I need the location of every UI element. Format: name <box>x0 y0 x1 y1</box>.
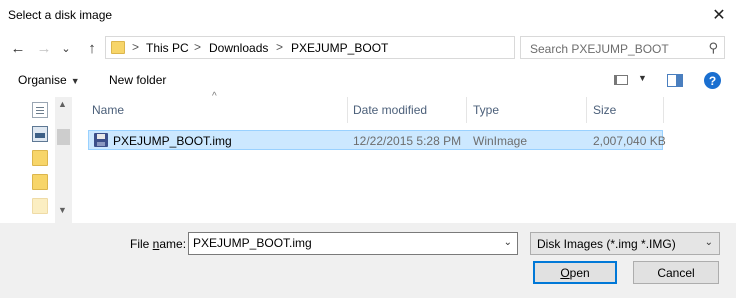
folder-icon <box>111 41 125 54</box>
floppy-disk-icon <box>94 133 108 147</box>
documents-icon[interactable] <box>32 102 48 118</box>
cancel-button[interactable]: Cancel <box>633 261 719 284</box>
caret-down-icon: ▼ <box>70 76 80 86</box>
preview-pane-icon[interactable] <box>667 74 683 87</box>
file-size: 2,007,040 KB <box>593 134 666 148</box>
details-view-icon <box>614 75 628 85</box>
breadcrumb-separator-icon: > <box>132 40 140 54</box>
new-folder-button[interactable]: New folder <box>109 73 166 87</box>
navigation-bar: ← → ⌄ ↑ > This PC > Downloads > PXEJUMP_… <box>0 34 736 62</box>
organise-menu-button[interactable]: Organise ▼ <box>18 73 80 87</box>
column-header-date-modified[interactable]: Date modified <box>353 103 427 117</box>
search-icon[interactable]: ⚲ <box>708 40 718 56</box>
up-arrow-icon[interactable]: ↑ <box>82 38 102 58</box>
column-divider[interactable] <box>347 97 348 123</box>
folder-icon[interactable] <box>32 198 48 214</box>
chevron-down-icon[interactable]: ⌄ <box>705 237 713 248</box>
breadcrumb-pxejump-boot[interactable]: PXEJUMP_BOOT <box>291 41 388 55</box>
breadcrumb-separator-icon: > <box>276 40 284 54</box>
sort-ascending-icon: ^ <box>212 91 217 102</box>
recent-locations-chevron-icon[interactable]: ⌄ <box>56 38 76 58</box>
file-date-modified: 12/22/2015 5:28 PM <box>353 134 462 148</box>
chevron-down-icon[interactable]: ⌄ <box>504 237 512 248</box>
help-icon[interactable]: ? <box>704 72 721 89</box>
pictures-icon[interactable] <box>32 126 48 142</box>
caret-down-icon: ▼ <box>638 73 647 83</box>
file-row[interactable]: PXEJUMP_BOOT.img 12/22/2015 5:28 PM WinI… <box>88 130 666 150</box>
column-header-type[interactable]: Type <box>473 103 499 117</box>
column-header-name[interactable]: Name <box>92 103 124 117</box>
change-view-button[interactable]: ▼ <box>612 73 647 87</box>
file-name-input[interactable] <box>193 236 493 250</box>
scroll-up-icon[interactable]: ▲ <box>58 99 67 109</box>
search-placeholder: Search PXEJUMP_BOOT <box>530 42 669 56</box>
navigation-pane-scrollbar[interactable]: ▲ ▼ <box>55 97 72 223</box>
scrollbar-thumb[interactable] <box>57 129 70 145</box>
forward-arrow-icon[interactable]: → <box>34 38 54 58</box>
column-divider[interactable] <box>586 97 587 123</box>
open-button[interactable]: Open <box>533 261 617 284</box>
back-arrow-icon[interactable]: ← <box>8 38 28 58</box>
file-type-filter-value: Disk Images (*.img *.IMG) <box>537 237 676 251</box>
folder-icon[interactable] <box>32 150 48 166</box>
breadcrumb-downloads[interactable]: Downloads <box>209 41 268 55</box>
breadcrumb-this-pc[interactable]: This PC <box>146 41 189 55</box>
organise-label: Organise <box>18 73 67 87</box>
file-type: WinImage <box>473 134 528 148</box>
window-title: Select a disk image <box>8 8 113 22</box>
command-toolbar: Organise ▼ New folder ▼ ? <box>0 69 736 93</box>
file-type-filter-select[interactable]: Disk Images (*.img *.IMG) ⌄ <box>530 232 720 255</box>
folder-icon[interactable] <box>32 174 48 190</box>
file-name: PXEJUMP_BOOT.img <box>113 134 232 148</box>
file-name-combobox[interactable]: ⌄ <box>188 232 518 255</box>
column-divider[interactable] <box>466 97 467 123</box>
close-icon[interactable]: ✕ <box>702 0 736 30</box>
file-list: ^ Name Date modified Type Size PXEJUMP_B… <box>80 91 736 223</box>
search-input[interactable]: Search PXEJUMP_BOOT ⚲ <box>520 36 725 59</box>
file-name-label: File name: <box>130 237 187 251</box>
address-bar[interactable]: > This PC > Downloads > PXEJUMP_BOOT ⌄ ↻ <box>105 36 616 59</box>
column-divider[interactable] <box>663 97 664 123</box>
breadcrumb-separator-icon: > <box>194 40 202 54</box>
scroll-down-icon[interactable]: ▼ <box>58 205 67 215</box>
column-header-size[interactable]: Size <box>593 103 616 117</box>
dialog-footer: File name: ⌄ Disk Images (*.img *.IMG) ⌄… <box>0 223 736 298</box>
title-bar: Select a disk image ✕ <box>0 0 736 30</box>
